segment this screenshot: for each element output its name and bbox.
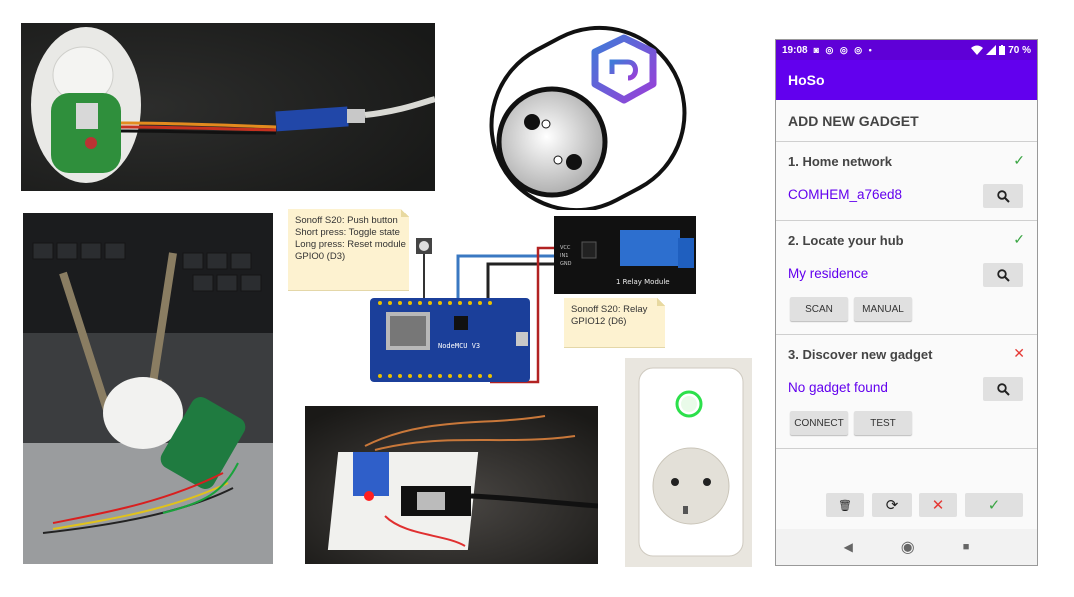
search-icon bbox=[996, 382, 1010, 396]
relay-module-label: 1 Relay Module bbox=[616, 278, 670, 286]
section-home-network: 1. Home network ✓ COMHEM_a76ed8 bbox=[776, 142, 1037, 221]
signal-icon bbox=[986, 45, 997, 55]
battery-percent: 70 % bbox=[1008, 44, 1031, 56]
home-icon[interactable]: ◉ bbox=[901, 537, 915, 557]
cancel-icon: ✕ bbox=[931, 497, 945, 514]
home-network-value[interactable]: COMHEM_a76ed8 bbox=[788, 187, 902, 202]
hub-value[interactable]: My residence bbox=[788, 266, 868, 281]
page-heading: ADD NEW GADGET bbox=[776, 100, 1037, 142]
photo-sonoff-s20 bbox=[625, 358, 752, 567]
section-locate-hub-title: 2. Locate your hub bbox=[788, 233, 904, 248]
status-time: 19:08 bbox=[782, 44, 808, 56]
photo-breadboard-prototype bbox=[305, 406, 598, 564]
confirm-icon: ✓ bbox=[987, 497, 1001, 514]
phone-screenshot: 19:08 ◙ ◎ ◎ ◎ • 70 % HoSo ADD NEW GADGET… bbox=[775, 39, 1038, 566]
search-network-button[interactable] bbox=[983, 184, 1023, 208]
note-relay-gpio: GPIO12 (D6) bbox=[571, 316, 627, 327]
relay-pin-in1: IN1 bbox=[560, 253, 568, 259]
confirm-button[interactable]: ✓ bbox=[965, 493, 1023, 517]
wifi-icon bbox=[971, 45, 984, 55]
note-relay: Sonoff S20: Relay GPIO12 (D6) bbox=[564, 298, 665, 347]
section-locate-hub: 2. Locate your hub ✓ My residence SCAN M… bbox=[776, 221, 1037, 335]
search-gadget-button[interactable] bbox=[983, 377, 1023, 401]
note-relay-title: Sonoff S20: Relay bbox=[571, 304, 648, 315]
relay-pin-vcc: VCC bbox=[560, 245, 571, 251]
gadget-value[interactable]: No gadget found bbox=[788, 380, 888, 395]
battery-icon bbox=[999, 45, 1006, 55]
check-icon: ✓ bbox=[1013, 231, 1025, 247]
recents-icon[interactable]: ■ bbox=[963, 541, 970, 553]
delete-button[interactable]: 🗑 bbox=[826, 493, 864, 517]
relay-pin-gnd: GND bbox=[560, 261, 572, 267]
connect-button[interactable]: CONNECT bbox=[790, 411, 848, 435]
back-icon[interactable]: ◀ bbox=[844, 540, 853, 554]
cross-icon: ✕ bbox=[1013, 345, 1025, 361]
system-nav-bar: ◀ ◉ ■ bbox=[776, 529, 1037, 565]
app-title: HoSo bbox=[776, 60, 1037, 100]
smart-plug-logo bbox=[482, 14, 694, 210]
nodemcu-label: NodeMCU V3 bbox=[438, 342, 480, 350]
status-bar: 19:08 ◙ ◎ ◎ ◎ • 70 % bbox=[776, 40, 1037, 60]
test-button[interactable]: TEST bbox=[854, 411, 912, 435]
notification-icons: ◙ ◎ ◎ ◎ • bbox=[813, 44, 874, 55]
cancel-button[interactable]: ✕ bbox=[919, 493, 957, 517]
photo-plug-with-ftdi bbox=[21, 23, 435, 191]
refresh-button[interactable]: ⟳ bbox=[872, 493, 912, 517]
section-home-network-title: 1. Home network bbox=[788, 154, 893, 169]
check-icon: ✓ bbox=[1013, 152, 1025, 168]
section-discover-gadget-title: 3. Discover new gadget bbox=[788, 347, 933, 362]
trash-icon: 🗑 bbox=[838, 499, 852, 512]
manual-button[interactable]: MANUAL bbox=[854, 297, 912, 321]
search-icon bbox=[996, 268, 1010, 282]
search-icon bbox=[996, 189, 1010, 203]
scan-button[interactable]: SCAN bbox=[790, 297, 848, 321]
refresh-icon: ⟳ bbox=[885, 497, 899, 514]
photo-plug-in-helping-hands bbox=[23, 213, 273, 564]
section-discover-gadget: 3. Discover new gadget ✕ No gadget found… bbox=[776, 335, 1037, 449]
search-hub-button[interactable] bbox=[983, 263, 1023, 287]
